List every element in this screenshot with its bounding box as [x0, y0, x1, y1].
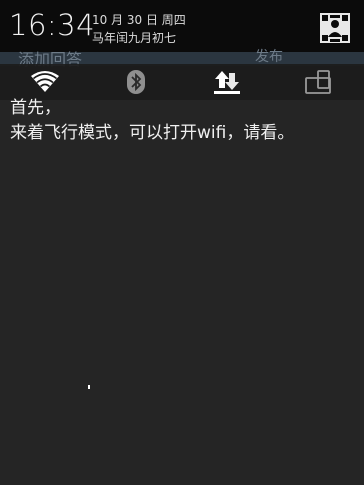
content-line-2: 来着飞行模式，可以打开wifi，请看。 — [10, 123, 295, 143]
mobile-data-toggle[interactable] — [207, 68, 247, 96]
quick-settings-grid-icon[interactable] — [320, 13, 350, 43]
auto-rotate-toggle[interactable] — [298, 68, 338, 96]
rotate-icon — [305, 70, 331, 94]
data-transfer-icon — [214, 71, 240, 94]
wifi-icon — [31, 71, 59, 92]
date-text: 10 月 30 日 周四 — [92, 13, 186, 27]
content-line-1: 首先， — [10, 98, 61, 118]
clock: 16:34 — [9, 8, 96, 42]
notification-header: 16:34 10 月 30 日 周四 马年闰九月初七 — [0, 0, 364, 52]
touch-indicator — [88, 385, 90, 389]
bluetooth-toggle[interactable] — [116, 68, 156, 96]
quick-settings-row — [0, 64, 364, 100]
wifi-toggle[interactable] — [25, 68, 65, 96]
bluetooth-icon — [127, 70, 145, 94]
content-area: 首先， 来着飞行模式，可以打开wifi，请看。 — [10, 96, 294, 146]
lunar-date-text: 马年闰九月初七 — [92, 31, 177, 45]
background-app-action: 发布 — [255, 49, 283, 65]
